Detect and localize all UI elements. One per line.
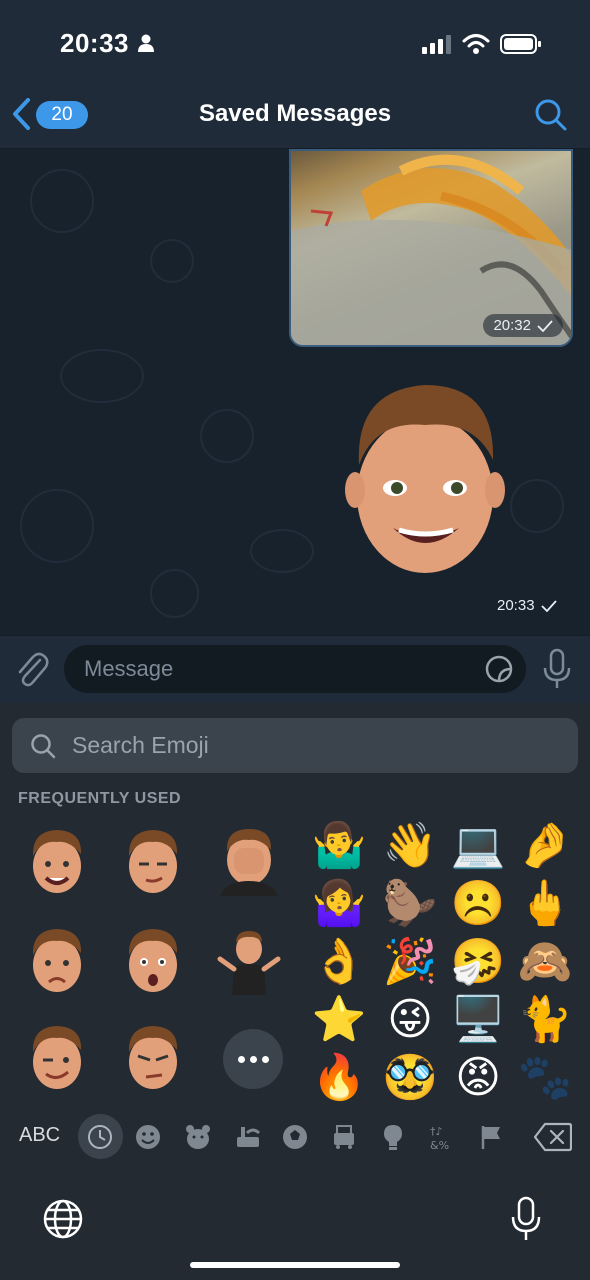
memoji-surprised[interactable] — [120, 925, 186, 995]
emoji-sneezing-face[interactable]: 🤧 — [450, 934, 506, 990]
flags-category-icon[interactable] — [473, 1119, 509, 1155]
section-label: FREQUENTLY USED — [18, 790, 182, 807]
sent-check-icon — [540, 599, 557, 612]
memoji-smirk[interactable] — [120, 826, 186, 896]
emoji-pinched-fingers[interactable]: 🤌 — [517, 818, 573, 874]
memoji-facepalm[interactable] — [216, 826, 282, 896]
globe-icon[interactable] — [42, 1198, 84, 1240]
memoji-smile[interactable] — [24, 826, 90, 896]
status-time: 20:33 — [60, 28, 129, 58]
search-icon — [31, 734, 56, 759]
emoji-laptop[interactable]: 💻 — [450, 818, 506, 874]
travel-category-icon[interactable] — [326, 1119, 362, 1155]
svg-text:&%: &% — [430, 1139, 449, 1152]
emoji-beaver[interactable]: 🦫 — [382, 876, 438, 932]
sticker-timestamp: 20:33 — [497, 597, 557, 614]
photo-message[interactable]: 20:32 — [289, 149, 573, 347]
emoji-cat[interactable]: 🐈 — [517, 992, 573, 1048]
wifi-icon — [462, 34, 490, 54]
emoji-desktop-computer[interactable]: 🖥️ — [450, 992, 506, 1048]
chat-title: Saved Messages — [198, 100, 392, 127]
person-icon — [138, 34, 154, 52]
emoji-see-no-evil-monkey[interactable]: 🙈 — [517, 934, 573, 990]
emoji-winking-tongue[interactable]: 😜 — [382, 992, 438, 1048]
attach-paperclip-icon[interactable] — [14, 650, 50, 688]
photo-timestamp: 20:32 — [483, 314, 563, 337]
emoji-waving-hand[interactable]: 👋 — [382, 818, 438, 874]
home-indicator — [190, 1262, 400, 1268]
emoji-frowning-face[interactable]: ☹️ — [450, 876, 506, 932]
emoji-woman-shrugging[interactable]: 🤷‍♀️ — [311, 876, 367, 932]
memoji-shrug[interactable] — [216, 925, 282, 995]
memoji-sad[interactable] — [24, 925, 90, 995]
emoji-pouting-face[interactable]: 😡 — [450, 1050, 506, 1106]
search-icon[interactable] — [534, 98, 568, 132]
emoji-star[interactable]: ⭐ — [311, 992, 367, 1048]
delete-backspace-icon[interactable] — [534, 1122, 572, 1152]
voice-microphone-icon[interactable] — [542, 648, 572, 690]
abc-keyboard-button[interactable]: ABC — [19, 1124, 60, 1147]
memoji-wink[interactable] — [24, 1022, 90, 1092]
sticker-toggle-icon[interactable] — [484, 654, 514, 684]
emoji-man-shrugging[interactable]: 🤷‍♂️ — [311, 818, 367, 874]
emoji-party-popper[interactable]: 🎉 — [382, 934, 438, 990]
cellular-signal-icon — [422, 35, 451, 54]
svg-text:†♪: †♪ — [430, 1125, 443, 1138]
activity-category-icon[interactable] — [277, 1119, 313, 1155]
emoji-disguised-face[interactable]: 🥸 — [382, 1050, 438, 1106]
symbols-category-icon[interactable]: †♪&% — [424, 1119, 460, 1155]
memoji-skeptical[interactable] — [120, 1022, 186, 1092]
message-input[interactable] — [64, 645, 526, 693]
battery-icon — [500, 34, 541, 54]
emoji-search-placeholder: Search Emoji — [72, 732, 209, 758]
clock-icon — [88, 1125, 112, 1149]
emoji-paw-prints[interactable]: 🐾 — [517, 1050, 573, 1106]
emoji-ok-hand[interactable]: 👌 — [311, 934, 367, 990]
emoji-middle-finger[interactable]: 🖕 — [517, 876, 573, 932]
sent-check-icon — [537, 319, 553, 332]
animal-category-icon[interactable] — [180, 1119, 216, 1155]
more-stickers-button[interactable] — [223, 1029, 283, 1089]
emoji-fire[interactable]: 🔥 — [311, 1050, 367, 1106]
food-category-icon[interactable] — [230, 1119, 266, 1155]
objects-category-icon[interactable] — [375, 1119, 411, 1155]
memoji-sticker[interactable] — [345, 380, 505, 580]
dictation-microphone-icon[interactable] — [510, 1196, 542, 1242]
smiley-category-icon[interactable] — [130, 1119, 166, 1155]
